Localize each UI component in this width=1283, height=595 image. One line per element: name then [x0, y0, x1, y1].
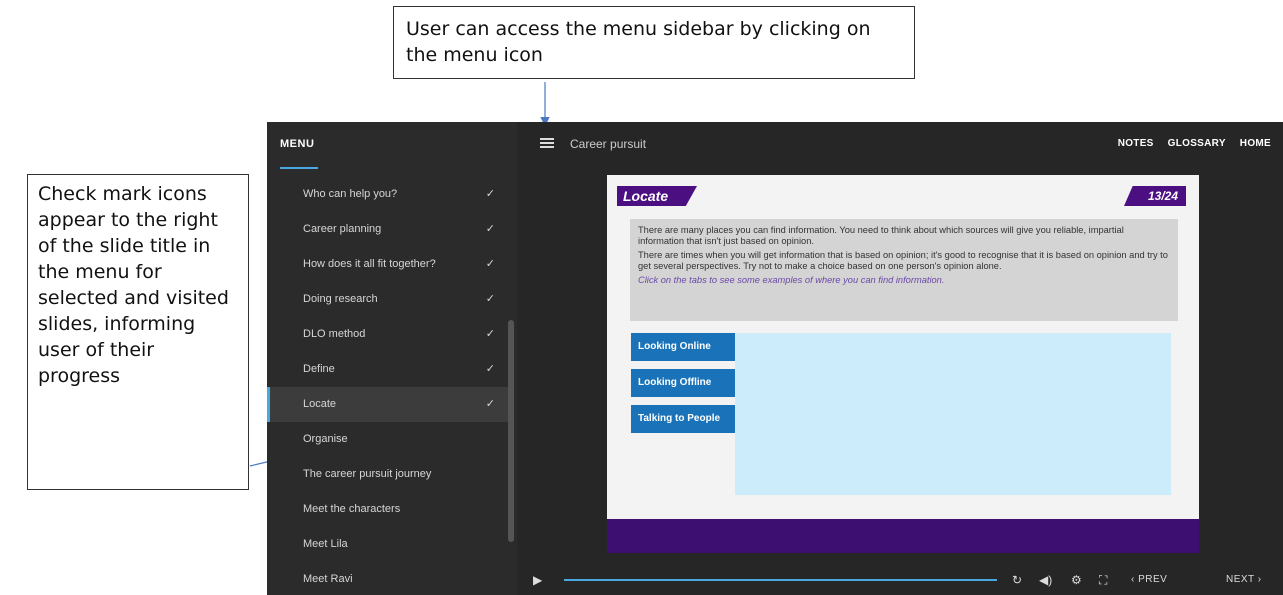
check-icon: ✓ [485, 398, 495, 410]
check-icon: ✓ [485, 328, 495, 340]
next-button[interactable]: NEXT › [1226, 574, 1262, 585]
glossary-link[interactable]: GLOSSARY [1168, 138, 1226, 149]
slide-footer-bar [607, 519, 1199, 553]
annotation-menu-icon-callout: User can access the menu sidebar by clic… [393, 6, 915, 79]
menu-item-label: Meet the characters [303, 503, 401, 515]
menu-item-label: Who can help you? [303, 188, 398, 200]
check-icon: ✓ [485, 293, 495, 305]
tab-content-panel [735, 333, 1171, 495]
page-indicator: 13/24 [1124, 186, 1186, 206]
course-player: MENU Who can help you? ✓ Career planning ✓ H… [267, 122, 1283, 595]
menu-item[interactable]: The career pursuit journey [267, 457, 509, 492]
replay-icon[interactable]: ↻ [1012, 573, 1022, 587]
prev-label: PREV [1138, 574, 1168, 585]
menu-icon[interactable] [540, 138, 554, 148]
menu-item[interactable]: Career planning ✓ [267, 212, 509, 247]
tab-looking-online[interactable]: Looking Online [631, 333, 735, 361]
info-paragraph-1: There are many places you can find infor… [638, 225, 1124, 246]
tab-talking-to-people[interactable]: Talking to People [631, 405, 735, 433]
menu-item-label: Locate [303, 398, 337, 410]
annotation-checkmark-callout: Check mark icons appear to the right of … [27, 174, 249, 490]
chevron-right-icon: › [1254, 574, 1262, 585]
info-hint: Click on the tabs to see some examples o… [638, 275, 945, 285]
menu-item-label: The career pursuit journey [303, 468, 432, 480]
next-label: NEXT [1226, 574, 1255, 585]
menu-list: Who can help you? ✓ Career planning ✓ How do… [267, 177, 509, 595]
menu-item[interactable]: Meet the characters [267, 492, 509, 527]
home-link[interactable]: HOME [1240, 138, 1271, 149]
player-controls: ▶ ↻ ◀) ⚙ ⛶ ‹ PREV NEXT › [517, 566, 1283, 595]
menu-item-label: Meet Ravi [303, 573, 353, 585]
menu-item[interactable]: Define ✓ [267, 352, 509, 387]
menu-item-label: Doing research [303, 293, 378, 305]
menu-item-label: Meet Lila [303, 538, 348, 550]
menu-item[interactable]: Meet Ravi [267, 562, 509, 595]
settings-icon[interactable]: ⚙ [1071, 573, 1082, 587]
menu-item[interactable]: Who can help you? ✓ [267, 177, 509, 212]
check-icon: ✓ [485, 363, 495, 375]
check-icon: ✓ [485, 223, 495, 235]
menu-item[interactable]: DLO method ✓ [267, 317, 509, 352]
info-box: There are many places you can find infor… [630, 219, 1178, 321]
info-paragraph-2: There are times when you will get inform… [638, 250, 1168, 271]
play-icon[interactable]: ▶ [533, 573, 542, 587]
menu-item-label: Career planning [303, 223, 382, 235]
volume-icon[interactable]: ◀) [1039, 573, 1052, 587]
progress-bar[interactable] [564, 579, 997, 581]
menu-title: MENU [280, 138, 315, 150]
fullscreen-icon[interactable]: ⛶ [1099, 573, 1107, 588]
notes-link[interactable]: NOTES [1118, 138, 1154, 149]
top-links: NOTES GLOSSARY HOME [1118, 138, 1271, 149]
prev-button[interactable]: ‹ PREV [1131, 574, 1167, 585]
menu-item[interactable]: Doing research ✓ [267, 282, 509, 317]
menu-item[interactable]: Organise [267, 422, 509, 457]
menu-item-label: Define [303, 363, 335, 375]
menu-item-label: How does it all fit together? [303, 258, 436, 270]
menu-item[interactable]: How does it all fit together? ✓ [267, 247, 509, 282]
course-title: Career pursuit [570, 137, 647, 151]
menu-item-label: DLO method [303, 328, 366, 340]
menu-title-underline [280, 167, 318, 169]
menu-item[interactable]: Locate ✓ [267, 387, 509, 422]
tab-looking-offline[interactable]: Looking Offline [631, 369, 735, 397]
sidebar-scrollbar[interactable] [508, 320, 514, 542]
menu-item-label: Organise [303, 433, 348, 445]
menu-sidebar: MENU Who can help you? ✓ Career planning ✓ H… [267, 122, 517, 595]
menu-item[interactable]: Meet Lila [267, 527, 509, 562]
check-icon: ✓ [485, 258, 495, 270]
slide: Locate 13/24 There are many places you c… [607, 175, 1199, 553]
check-icon: ✓ [485, 188, 495, 200]
section-tag: Locate [617, 186, 697, 206]
